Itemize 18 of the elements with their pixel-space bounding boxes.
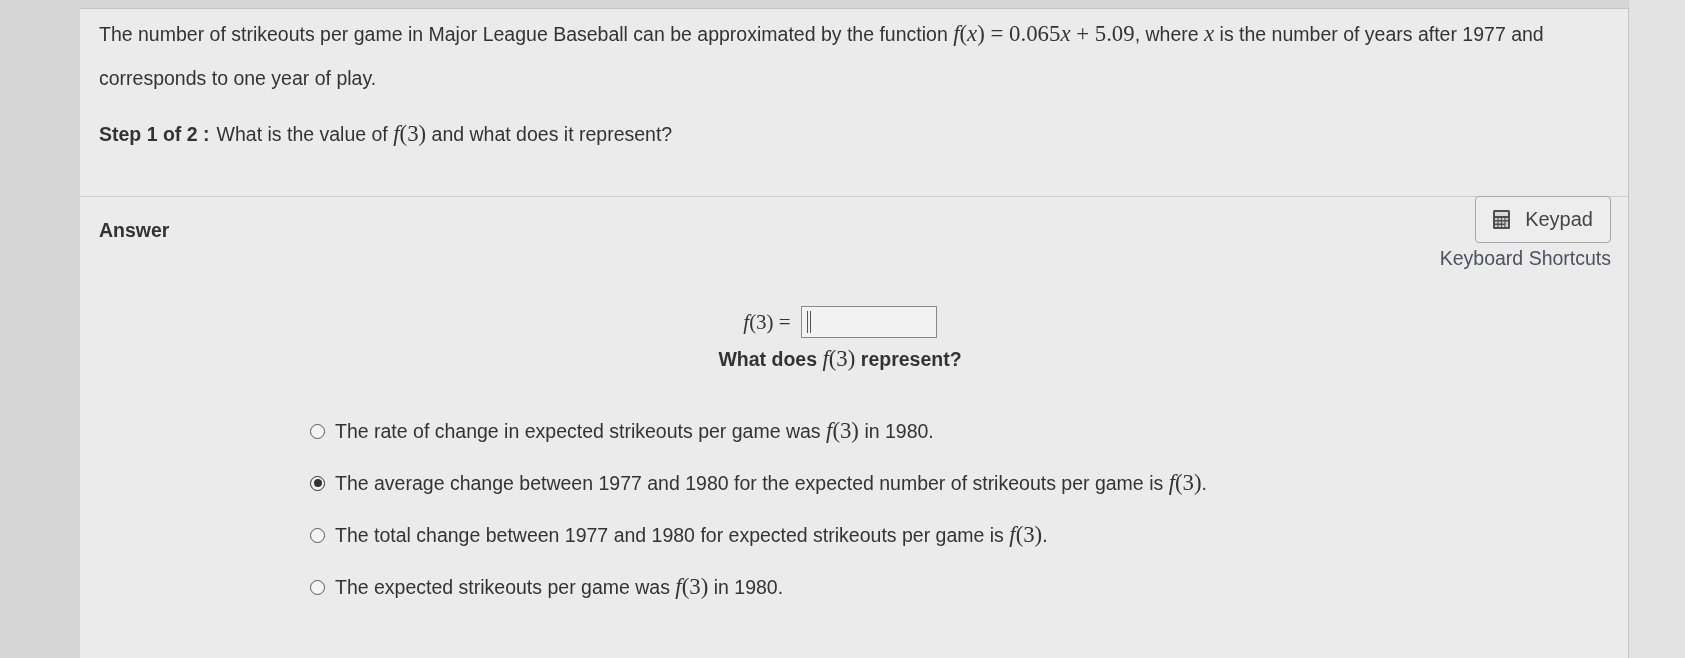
keypad-button[interactable]: Keypad xyxy=(1475,196,1611,243)
keyboard-shortcuts-link[interactable]: Keyboard Shortcuts xyxy=(1439,247,1611,270)
option-label[interactable]: The expected strikeouts per game was f(3) in 1980. xyxy=(335,574,784,600)
answer-input-field[interactable] xyxy=(800,306,937,338)
question-text: The number of strikeouts per game in Major League Baseball can be approximated by the function f(x) = 0.065x + 5.09, where x is the number of years after 1977 and corresponds to one year of play. xyxy=(99,20,1545,91)
answer-label: Answer xyxy=(99,219,170,242)
radio-button[interactable] xyxy=(310,423,325,439)
step-question: What is the value of f(3) and what does it represent? xyxy=(216,120,673,148)
radio-button[interactable] xyxy=(310,475,325,491)
radio-button[interactable] xyxy=(310,579,325,595)
equation-label: f(3) = xyxy=(743,309,791,335)
answer-question: What does f(3) represent? xyxy=(718,348,962,370)
step-label: Step 1 of 2 : xyxy=(99,122,210,147)
option-label[interactable]: The rate of change in expected strikeouts per game was f(3) in 1980. xyxy=(335,418,934,444)
radio-button[interactable] xyxy=(310,527,325,543)
option-label[interactable]: The total change between 1977 and 1980 for expected strikeouts per game is f(3). xyxy=(335,522,1048,548)
option-label[interactable]: The average change between 1977 and 1980 for the expected number of strikeouts per game is f(3). xyxy=(335,470,1207,496)
calculator-icon xyxy=(1493,210,1511,229)
